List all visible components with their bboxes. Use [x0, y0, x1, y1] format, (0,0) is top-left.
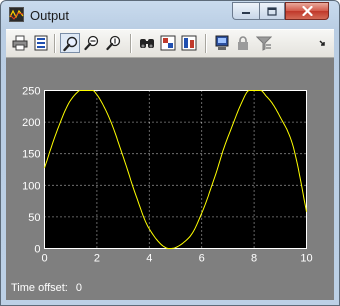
scope-window: Output 0 2 4 6 8 10 0 50 100 150 200 250… — [0, 0, 340, 306]
time-offset-label: Time offset: — [11, 282, 68, 294]
print-icon — [12, 35, 28, 51]
window-title: Output — [30, 8, 70, 23]
maximize-button[interactable] — [259, 2, 285, 20]
y-tick-label: 0 — [34, 244, 40, 256]
scope-app-icon — [9, 7, 24, 22]
floating-scope-button[interactable] — [212, 33, 232, 53]
close-icon — [301, 6, 313, 16]
x-tick-label: 10 — [300, 253, 312, 265]
toolbar-separator — [205, 34, 207, 53]
toolbar-overflow-button[interactable] — [312, 33, 332, 53]
y-tick-label: 200 — [22, 117, 40, 129]
scope-display: 0 2 4 6 8 10 0 50 100 150 200 250 Time offset: 0 — [6, 58, 334, 300]
restore-axes-icon — [181, 35, 197, 51]
zoom-x-button[interactable] — [82, 33, 102, 53]
toolbar-separator — [130, 34, 132, 53]
x-tick-label: 2 — [94, 253, 100, 265]
x-tick-label: 0 — [41, 253, 47, 265]
lock-button[interactable] — [233, 33, 253, 53]
zoom-y-icon — [106, 35, 121, 51]
toolbar-separator — [54, 34, 56, 53]
signal-selection-icon — [256, 36, 272, 51]
title-bar[interactable]: Output — [1, 1, 339, 28]
y-tick-label: 150 — [22, 149, 40, 161]
time-offset-value: 0 — [75, 282, 82, 294]
restore-axes-button[interactable] — [179, 33, 199, 53]
x-tick-label: 4 — [146, 253, 152, 265]
y-tick-label: 50 — [28, 212, 40, 224]
toolbar — [6, 29, 334, 58]
zoom-icon — [63, 36, 78, 52]
maximize-icon — [267, 6, 277, 16]
x-tick-label: 6 — [199, 253, 205, 265]
zoom-y-button[interactable] — [104, 33, 124, 53]
autoscale-button[interactable] — [137, 33, 157, 53]
close-button[interactable] — [285, 2, 329, 20]
y-tick-label: 100 — [22, 180, 40, 192]
scope-plot[interactable]: 0 2 4 6 8 10050100150200250 — [6, 58, 334, 300]
save-axes-icon — [160, 35, 176, 51]
x-tick-label: 8 — [251, 253, 257, 265]
minimize-icon — [242, 12, 250, 14]
signal-selection-button[interactable] — [254, 33, 274, 53]
zoom-x-icon — [84, 35, 99, 51]
save-axes-button[interactable] — [158, 33, 178, 53]
minimize-button[interactable] — [232, 2, 259, 20]
zoom-button[interactable] — [60, 33, 80, 53]
parameters-button[interactable] — [31, 33, 51, 53]
parameters-icon — [34, 35, 48, 51]
y-tick-label: 250 — [22, 86, 40, 98]
print-button[interactable] — [10, 33, 30, 53]
lock-icon — [238, 36, 248, 50]
autoscale-icon — [140, 39, 154, 48]
time-offset-readout: Time offset: 0 — [11, 282, 82, 294]
plot-area — [44, 90, 307, 249]
overflow-icon — [319, 40, 325, 46]
floating-scope-icon — [215, 35, 229, 50]
